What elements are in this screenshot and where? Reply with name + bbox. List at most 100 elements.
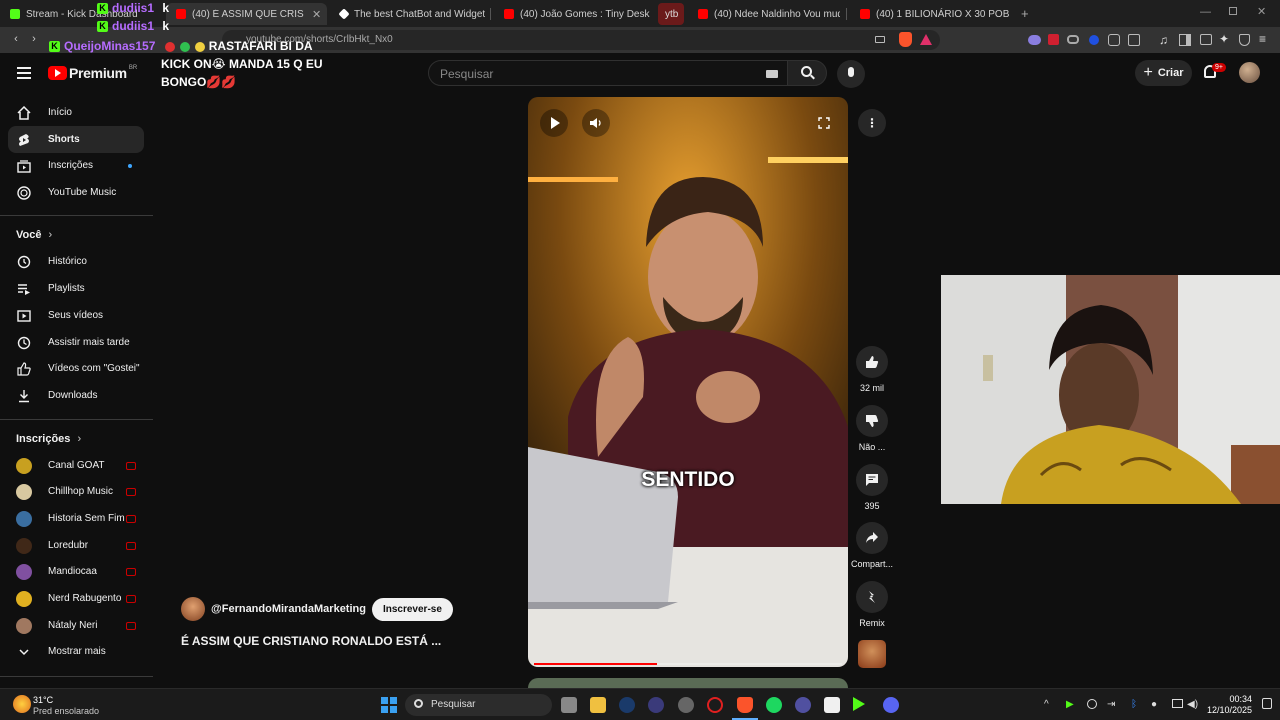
cast-icon[interactable] bbox=[875, 36, 885, 43]
tab-group-ytb[interactable]: ytb bbox=[658, 3, 684, 25]
share-action[interactable]: Compart... bbox=[848, 522, 896, 569]
sidebar-item-history[interactable]: Histórico bbox=[8, 248, 144, 275]
clock-time[interactable]: 00:34 bbox=[1208, 694, 1252, 704]
volume-tray-icon[interactable]: ◀) bbox=[1187, 699, 1198, 710]
brave-icon[interactable] bbox=[737, 697, 753, 713]
discord-icon[interactable] bbox=[883, 697, 899, 713]
sidebar-section-subscriptions[interactable]: Inscrições › bbox=[16, 433, 81, 445]
kick-app-icon[interactable] bbox=[853, 697, 865, 711]
app-icon[interactable] bbox=[648, 697, 664, 713]
search-button[interactable] bbox=[787, 60, 827, 86]
sidebar-toggle-icon[interactable] bbox=[1179, 34, 1191, 46]
comments-button[interactable] bbox=[856, 464, 888, 496]
microphone-tray-icon[interactable]: ● bbox=[1151, 699, 1157, 710]
screenshot-icon[interactable] bbox=[1128, 34, 1140, 46]
play-button[interactable] bbox=[540, 109, 568, 137]
clock-date[interactable]: 12/10/2025 bbox=[1204, 705, 1252, 715]
fullscreen-button[interactable] bbox=[810, 109, 838, 137]
maximize-window-icon[interactable] bbox=[1229, 7, 1237, 15]
sidebar-item-shorts[interactable]: Shorts bbox=[8, 126, 144, 153]
tab-ndee-naldinho[interactable]: (40) Ndee Naldinho Vou mudar meu bbox=[688, 3, 840, 25]
sidebar-item-liked-videos[interactable]: Vídeos com "Gostei" bbox=[8, 355, 144, 382]
notepad-icon[interactable] bbox=[824, 697, 840, 713]
hamburger-menu-icon[interactable] bbox=[17, 67, 31, 79]
app-icon[interactable] bbox=[795, 697, 811, 713]
tab-chatbot[interactable]: The best ChatBot and Widgets for Kick bbox=[330, 3, 485, 25]
extension-icon[interactable] bbox=[1028, 35, 1041, 45]
spotify-icon[interactable] bbox=[766, 697, 782, 713]
keyboard-icon[interactable] bbox=[766, 70, 778, 78]
close-window-icon[interactable]: ✕ bbox=[1257, 5, 1266, 18]
taskbar-search[interactable]: Pesquisar bbox=[405, 694, 552, 716]
extension-icon[interactable] bbox=[1067, 35, 1079, 44]
subscribe-button[interactable]: Inscrever-se bbox=[371, 597, 453, 621]
sidebar-item-channel[interactable]: Mandiocaa bbox=[8, 558, 144, 585]
minimize-window-icon[interactable]: — bbox=[1200, 6, 1211, 18]
progress-bar[interactable] bbox=[534, 663, 842, 665]
notifications-tray-icon[interactable] bbox=[1262, 698, 1272, 709]
tray-overflow-icon[interactable]: ^ bbox=[1044, 699, 1049, 710]
remix-button[interactable] bbox=[856, 581, 888, 613]
channel-avatar[interactable] bbox=[181, 597, 205, 621]
more-options-button[interactable]: ⋮ bbox=[858, 109, 886, 137]
extensions-puzzle-icon[interactable] bbox=[1108, 34, 1120, 46]
sidebar-item-youtube-music[interactable]: YouTube Music bbox=[8, 179, 144, 206]
weather-temp[interactable]: 31°C bbox=[33, 695, 53, 705]
comments-action[interactable]: 395 bbox=[848, 464, 896, 511]
network-icon[interactable] bbox=[1172, 699, 1183, 708]
back-icon[interactable]: ‹ bbox=[10, 33, 22, 45]
sidebar-item-home[interactable]: Início bbox=[8, 99, 144, 126]
brave-shields-icon[interactable] bbox=[899, 32, 912, 47]
sidebar-item-channel[interactable]: Historia Sem Fim bbox=[8, 505, 144, 532]
sidebar-item-channel[interactable]: Canal GOAT bbox=[8, 452, 144, 479]
channel-handle[interactable]: @FernandoMirandaMarketing bbox=[211, 603, 366, 615]
vpn-shield-icon[interactable] bbox=[1239, 34, 1250, 46]
sidebar-item-channel[interactable]: Chillhop Music bbox=[8, 478, 144, 505]
address-bar[interactable]: youtube.com/shorts/CrlbHkt_Nx0 bbox=[222, 30, 940, 50]
sidebar-show-more[interactable]: Mostrar mais bbox=[8, 638, 144, 665]
sidebar-item-your-videos[interactable]: Seus vídeos bbox=[8, 302, 144, 329]
remix-action[interactable]: Remix bbox=[848, 581, 896, 628]
bluetooth-icon[interactable]: ᛒ bbox=[1131, 699, 1137, 710]
tab-joao-gomes[interactable]: (40) João Gomes : Tiny Desk Brasil - You… bbox=[494, 3, 650, 25]
sidebar-item-channel[interactable]: Loredubr bbox=[8, 532, 144, 559]
close-tab-icon[interactable]: ✕ bbox=[312, 8, 321, 21]
weather-description[interactable]: Pred ensolarado bbox=[33, 706, 99, 716]
obs-icon[interactable] bbox=[678, 697, 694, 713]
wallet-icon[interactable] bbox=[1200, 34, 1212, 45]
share-button[interactable] bbox=[856, 522, 888, 554]
sidebar-item-downloads[interactable]: Downloads bbox=[8, 382, 144, 409]
tray-app-icon[interactable]: ⇥ bbox=[1107, 699, 1115, 710]
search-input[interactable]: Pesquisar bbox=[428, 60, 788, 86]
short-title[interactable]: É ASSIM QUE CRISTIANO RONALDO ESTÁ ... bbox=[181, 634, 441, 648]
like-button[interactable] bbox=[856, 346, 888, 378]
dislike-action[interactable]: Não ... bbox=[848, 405, 896, 452]
media-control-icon[interactable]: ♫ bbox=[1159, 33, 1168, 47]
windows-start-icon[interactable] bbox=[381, 697, 397, 713]
sidebar-item-playlists[interactable]: Playlists bbox=[8, 275, 144, 302]
tab-bilionario[interactable]: (40) 1 BILIONÁRIO X 30 POBRES | FT bbox=[850, 3, 1010, 25]
sidebar-item-channel[interactable]: Nerd Rabugento bbox=[8, 585, 144, 612]
new-tab-button[interactable]: + bbox=[1021, 6, 1029, 21]
task-view-icon[interactable] bbox=[561, 697, 577, 713]
sidebar-item-channel[interactable]: Nátaly Neri bbox=[8, 612, 144, 639]
sound-thumbnail[interactable] bbox=[858, 640, 886, 668]
like-action[interactable]: 32 mil bbox=[848, 346, 896, 393]
tray-app-icon[interactable]: ▶ bbox=[1066, 699, 1074, 710]
voice-search-button[interactable] bbox=[837, 60, 865, 88]
weather-sun-icon[interactable] bbox=[13, 695, 31, 713]
short-video-player[interactable]: SENTIDO bbox=[528, 97, 848, 667]
steam-icon[interactable] bbox=[619, 697, 635, 713]
leo-ai-icon[interactable]: ✦ bbox=[1219, 32, 1229, 46]
sidebar-item-subscriptions[interactable]: Inscrições bbox=[8, 152, 144, 179]
file-explorer-icon[interactable] bbox=[590, 697, 606, 713]
account-avatar[interactable] bbox=[1239, 62, 1260, 83]
create-button[interactable]: + Criar bbox=[1135, 60, 1192, 86]
dislike-button[interactable] bbox=[856, 405, 888, 437]
brave-rewards-icon[interactable] bbox=[920, 34, 932, 45]
menu-icon[interactable]: ≡ bbox=[1259, 32, 1266, 46]
mute-button[interactable] bbox=[582, 109, 610, 137]
extension-icon[interactable] bbox=[1048, 34, 1059, 45]
forward-icon[interactable]: › bbox=[28, 33, 40, 45]
sidebar-item-watch-later[interactable]: Assistir mais tarde bbox=[8, 329, 144, 356]
